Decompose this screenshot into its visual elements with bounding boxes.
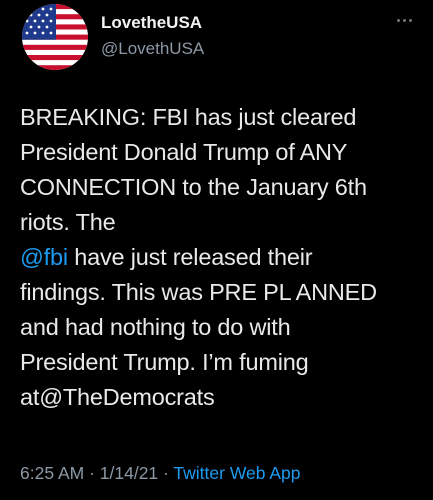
tweet-line: at@TheDemocrats (20, 384, 215, 410)
tweet-line: riots. The (20, 209, 116, 235)
us-flag-icon (22, 4, 88, 70)
tweet-line: President Donald Trump of ANY (20, 139, 348, 165)
tweet-line-text: have just released their (67, 244, 313, 270)
tweet-card: LovetheUSA @LovethUSA BREAKING: FBI has … (0, 0, 433, 500)
avatar[interactable] (22, 4, 88, 70)
tweet-source-link[interactable]: Twitter Web App (173, 463, 300, 483)
tweet-time[interactable]: 6:25 AM (20, 463, 84, 483)
tweet-line: and had nothing to do with (20, 314, 291, 340)
separator: · (158, 463, 174, 483)
display-name[interactable]: LovetheUSA (101, 13, 204, 33)
tweet-line: CONNECTION to the January 6th (20, 174, 367, 200)
tweet-line: BREAKING: FBI has just cleared (20, 104, 357, 130)
fbi-mention-link[interactable]: @fbi (20, 244, 68, 270)
author-info: LovetheUSA @LovethUSA (101, 13, 204, 59)
more-options-icon[interactable] (394, 14, 414, 26)
tweet-metadata: 6:25 AM · 1/14/21 · Twitter Web App (20, 463, 301, 484)
tweet-line: @fbi have just released their (20, 240, 420, 275)
tweet-line: findings. This was PRE PL ANNED (20, 279, 377, 305)
dot (408, 18, 412, 22)
user-handle[interactable]: @LovethUSA (101, 39, 204, 59)
dot (402, 18, 406, 22)
dot (396, 18, 400, 22)
tweet-text: BREAKING: FBI has just cleared President… (20, 100, 420, 415)
tweet-date[interactable]: 1/14/21 (100, 463, 158, 483)
separator: · (84, 463, 100, 483)
tweet-line: President Trump. I’m fuming (20, 349, 309, 375)
